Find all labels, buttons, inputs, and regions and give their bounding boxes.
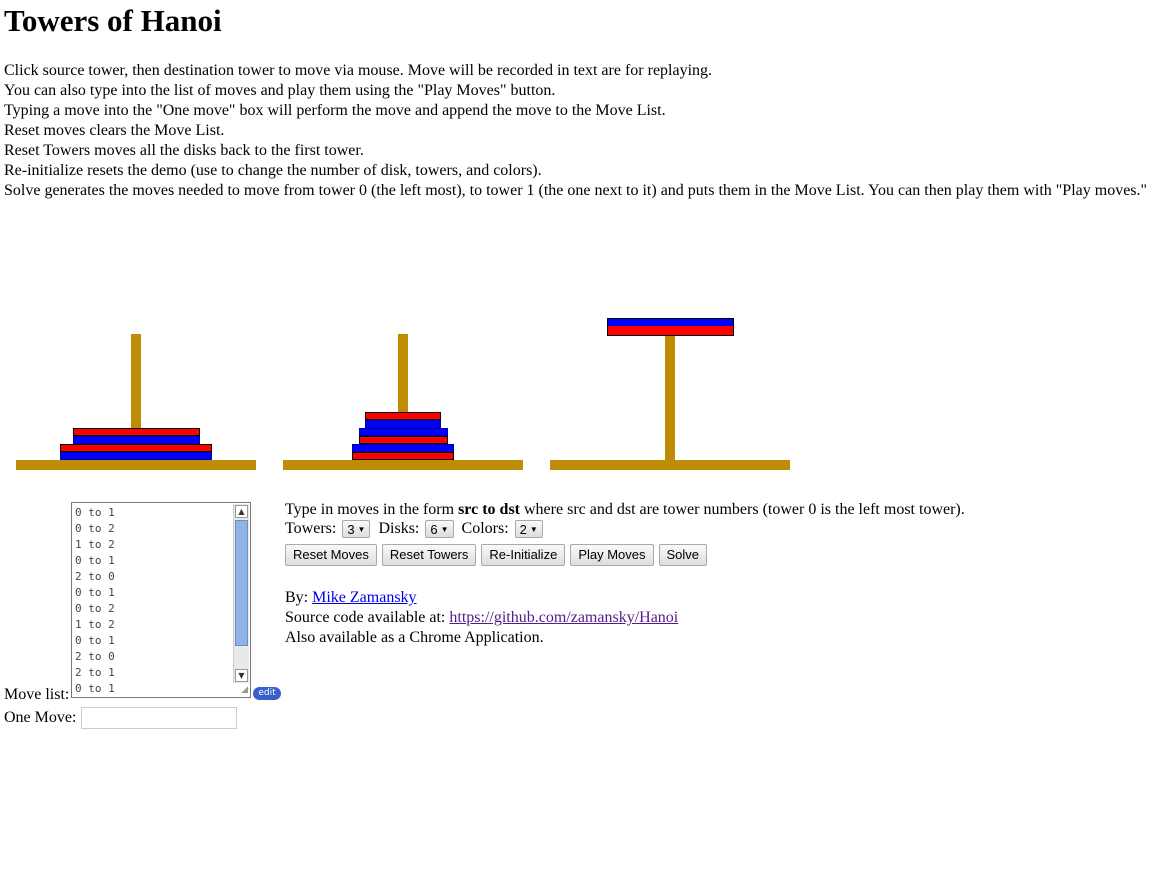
move-list-scrollbar[interactable]: ▲ ▼	[233, 504, 249, 683]
instruction-line: Reset moves clears the Move List.	[4, 122, 225, 139]
by-label: By:	[285, 589, 313, 606]
towers-value: 3	[347, 521, 355, 537]
scroll-up-icon[interactable]: ▲	[235, 505, 248, 518]
tower-canvas[interactable]	[0, 300, 820, 480]
disk-blue[interactable]	[60, 452, 212, 460]
solve-button[interactable]: Solve	[658, 544, 708, 566]
disk-blue[interactable]	[365, 420, 441, 428]
instruction-line: Reset Towers moves all the disks back to…	[4, 142, 364, 159]
tower-base	[550, 460, 790, 470]
author-link[interactable]: Mike Zamansky	[312, 589, 416, 606]
chrome-note: Also available as a Chrome Application.	[285, 629, 544, 646]
move-list-textarea[interactable]: 0 to 1 0 to 2 1 to 2 0 to 1 2 to 0 0 to 1 0 to…	[71, 502, 251, 698]
page-title: Towers of Hanoi	[4, 3, 222, 38]
help-form: src to dst	[458, 501, 520, 518]
move-list-label: Move list:	[4, 686, 70, 703]
instruction-line: Click source tower, then destination tow…	[4, 62, 713, 79]
resize-grip-icon[interactable]: ◢	[241, 685, 248, 695]
disk-red[interactable]	[60, 444, 212, 452]
move-entry: 1 to 2	[75, 618, 115, 631]
play-moves-button[interactable]: Play Moves	[570, 544, 654, 566]
source-label: Source code available at:	[285, 609, 450, 626]
tower-base	[283, 460, 523, 470]
one-move-input[interactable]	[81, 707, 237, 729]
move-entry: 0 to 1	[75, 682, 115, 695]
disk-red[interactable]	[606, 326, 734, 336]
colors-value: 2	[519, 521, 527, 537]
colors-label: Colors:	[461, 520, 509, 538]
disk-red[interactable]	[358, 436, 448, 444]
instruction-line: Typing a move into the "One move" box wi…	[4, 102, 666, 119]
disk-red[interactable]	[352, 452, 454, 460]
disk-red[interactable]	[72, 428, 200, 436]
help-text: Type in moves in the form src to dst whe…	[285, 500, 965, 520]
credits-source: Source code available at: https://github…	[285, 608, 678, 628]
reset-moves-button[interactable]: Reset Moves	[285, 544, 377, 566]
scroll-down-icon[interactable]: ▼	[235, 669, 248, 682]
disk-blue[interactable]	[72, 436, 200, 444]
buttons-row: Reset Moves Reset Towers Re-Initialize Play…	[285, 544, 712, 566]
disks-value: 6	[430, 521, 438, 537]
move-entry: 0 to 2	[75, 602, 115, 615]
disks-label: Disks:	[378, 520, 420, 538]
tower-base	[16, 460, 256, 470]
dropdown-arrow-icon: ▼	[440, 524, 449, 534]
move-entry: 1 to 2	[75, 538, 115, 551]
disks-select[interactable]: 6 ▼	[425, 520, 454, 539]
towers-label: Towers:	[285, 520, 337, 538]
move-entry: 0 to 1	[75, 634, 115, 647]
dropdown-arrow-icon: ▼	[529, 524, 538, 534]
one-move-label: One Move:	[4, 709, 77, 726]
move-entry: 0 to 1	[75, 554, 115, 567]
disk-blue[interactable]	[358, 428, 448, 436]
edit-badge[interactable]: edit	[253, 687, 281, 700]
reset-towers-button[interactable]: Reset Towers	[381, 544, 477, 566]
tower-pole	[665, 334, 675, 460]
colors-select[interactable]: 2 ▼	[514, 520, 543, 539]
move-entry: 0 to 1	[75, 506, 115, 519]
help-suffix: where src and dst are tower numbers (tow…	[520, 501, 965, 518]
dropdown-arrow-icon: ▼	[357, 524, 366, 534]
source-link[interactable]: https://github.com/zamansky/Hanoi	[449, 609, 678, 626]
credits-by: By: Mike Zamansky	[285, 588, 417, 608]
reinitialize-button[interactable]: Re-Initialize	[481, 544, 566, 566]
move-entry: 2 to 1	[75, 666, 115, 679]
disk-blue[interactable]	[352, 444, 454, 452]
move-list-items: 0 to 1 0 to 2 1 to 2 0 to 1 2 to 0 0 to 1 0 to…	[72, 503, 250, 697]
controls-row: Towers: 3 ▼ Disks: 6 ▼ Colors: 2 ▼	[285, 520, 547, 542]
instruction-line: Solve generates the moves needed to move…	[4, 182, 1148, 199]
instruction-line: You can also type into the list of moves…	[4, 82, 556, 99]
move-entry: 0 to 1	[75, 586, 115, 599]
move-entry: 2 to 0	[75, 650, 115, 663]
scroll-thumb[interactable]	[235, 520, 248, 646]
towers-select[interactable]: 3 ▼	[342, 520, 371, 539]
instructions: Click source tower, then destination tow…	[4, 61, 1147, 201]
help-prefix: Type in moves in the form	[285, 501, 459, 518]
instruction-line: Re-initialize resets the demo (use to ch…	[4, 162, 542, 179]
move-entry: 2 to 0	[75, 570, 115, 583]
move-list-area[interactable]: 0 to 1 0 to 2 1 to 2 0 to 1 2 to 0 0 to 1 0 to…	[71, 502, 251, 698]
disk-red[interactable]	[365, 412, 441, 420]
move-entry: 0 to 2	[75, 522, 115, 535]
